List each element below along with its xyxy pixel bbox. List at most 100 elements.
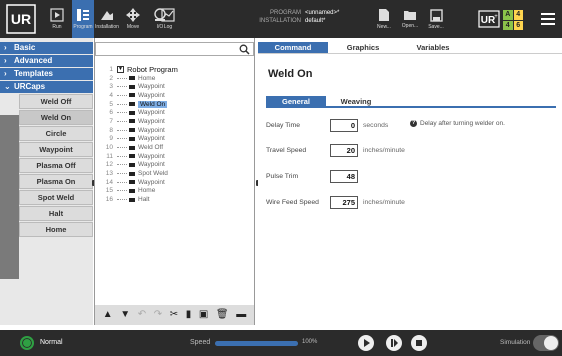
travel-speed-field[interactable]: 20 — [330, 143, 358, 157]
urcap-plasma-off[interactable]: Plasma Off — [19, 158, 93, 173]
nav-run-label: Run — [52, 24, 62, 30]
urcap-circle[interactable]: Circle — [19, 126, 93, 141]
nav-installation[interactable]: Installation — [95, 0, 119, 38]
tree-line-number: 9 — [109, 135, 113, 143]
cut-icon[interactable]: ✂ — [170, 309, 178, 321]
program-name: <unnamed>* — [305, 10, 340, 16]
undo-icon[interactable]: ↶ — [138, 309, 146, 321]
urcap-waypoint[interactable]: Waypoint — [19, 142, 93, 157]
tree-node-label: Waypoint — [138, 126, 165, 134]
open-button[interactable]: Open... — [398, 0, 422, 38]
tree-node[interactable]: 4 Waypoint — [99, 91, 249, 100]
category-urcaps-label: URCaps — [14, 82, 46, 91]
tree-connector — [117, 199, 127, 201]
tree-node[interactable]: 7 Waypoint — [99, 117, 249, 126]
category-urcaps[interactable]: ⌄ URCaps — [0, 81, 93, 93]
tree-node-label: Robot Program — [127, 64, 178, 74]
tree-node-label: Waypoint — [138, 152, 165, 160]
copy-icon[interactable]: ▮ — [186, 309, 192, 321]
search-icon[interactable] — [239, 44, 250, 57]
new-button[interactable]: New... — [372, 0, 396, 38]
nav-program[interactable]: Program — [72, 0, 94, 38]
category-advanced[interactable]: › Advanced — [0, 55, 93, 67]
urcap-weld-off[interactable]: Weld Off — [19, 94, 93, 109]
new-file-icon — [379, 9, 389, 21]
wire-feed-speed-field[interactable]: 275 — [330, 195, 358, 209]
urcap-plasma-on[interactable]: Plasma On — [19, 174, 93, 189]
speed-slider[interactable] — [215, 341, 298, 346]
category-templates[interactable]: › Templates — [0, 68, 93, 80]
step-icon[interactable] — [386, 335, 402, 351]
category-templates-label: Templates — [14, 69, 53, 78]
tree-node[interactable]: 2 Home — [99, 74, 249, 83]
node-type-icon — [129, 171, 135, 176]
tree-connector — [117, 173, 127, 175]
node-type-icon — [129, 102, 135, 107]
tree-node[interactable]: 3 Waypoint — [99, 82, 249, 91]
ur-plus-icon[interactable]: UR + — [478, 10, 500, 28]
tree-connector — [117, 138, 127, 140]
urcap-halt[interactable]: Halt — [19, 206, 93, 221]
program-label: PROGRAM — [269, 10, 301, 16]
tree-connector — [117, 147, 127, 149]
tree-node[interactable]: 9 Waypoint — [99, 135, 249, 144]
tree-node[interactable]: 15 Home — [99, 187, 249, 196]
delay-time-unit: seconds — [363, 121, 389, 129]
subtab-general[interactable]: General — [266, 96, 326, 106]
svg-text:UR: UR — [11, 11, 31, 27]
suppress-icon[interactable]: ▬ — [236, 309, 246, 321]
simulation-toggle[interactable] — [533, 335, 559, 351]
hamburger-menu-icon[interactable] — [540, 11, 556, 27]
tree-toolbar: ▲ ▼ ↶ ↷ ✂ ▮ ▣ 🗑 ▬ — [95, 305, 254, 325]
subtab-weaving[interactable]: Weaving — [326, 96, 386, 106]
tree-node[interactable]: 8 Waypoint — [99, 126, 249, 135]
delay-time-field[interactable]: 0 — [330, 118, 358, 132]
tree-connector — [117, 129, 127, 131]
tree-node[interactable]: 5 Weld On — [99, 100, 249, 109]
paste-icon[interactable]: ▣ — [199, 309, 208, 321]
urcap-spot-weld[interactable]: Spot Weld — [19, 190, 93, 205]
pulse-trim-field[interactable]: 48 — [330, 169, 358, 183]
simulation-toggle-knob — [544, 336, 558, 350]
category-basic[interactable]: › Basic — [0, 42, 93, 54]
node-type-icon — [129, 84, 135, 89]
tree-node[interactable]: 12 Waypoint — [99, 161, 249, 170]
nav-log[interactable]: Log — [156, 0, 180, 38]
tree-node[interactable]: 10 Weld Off — [99, 143, 249, 152]
speed-grid-badge[interactable]: A 4 4 6 — [503, 10, 523, 30]
redo-icon[interactable]: ↷ — [154, 309, 162, 321]
save-button[interactable]: Save... — [424, 0, 448, 38]
tree-node-label: Halt — [138, 196, 150, 204]
move-down-icon[interactable]: ▼ — [120, 309, 130, 321]
tree-connector — [117, 103, 127, 105]
tree-search-input[interactable] — [95, 42, 254, 56]
nav-run[interactable]: Run — [44, 0, 70, 38]
tree-line-number: 5 — [109, 100, 113, 108]
chevron-right-icon: › — [4, 56, 7, 65]
collapse-toggle-icon[interactable]: ▼ — [117, 65, 124, 73]
nav-move[interactable]: Move — [121, 0, 145, 38]
move-up-icon[interactable]: ▲ — [103, 309, 113, 321]
urcap-home[interactable]: Home — [19, 222, 93, 237]
play-icon[interactable] — [358, 335, 374, 351]
tree-node[interactable]: 13 Spot Weld — [99, 169, 249, 178]
urcap-weld-on[interactable]: Weld On — [19, 110, 93, 125]
tab-command[interactable]: Command — [258, 42, 328, 53]
log-icon — [161, 8, 175, 22]
tree-node[interactable]: 16 Halt — [99, 195, 249, 204]
delete-icon[interactable]: 🗑 — [216, 309, 229, 321]
tree-node[interactable]: 6 Waypoint — [99, 108, 249, 117]
tree-node[interactable]: 14 Waypoint — [99, 178, 249, 187]
tree-node[interactable]: 11 Waypoint — [99, 152, 249, 161]
tree-line-number: 11 — [106, 152, 113, 160]
pulse-trim-label: Pulse Trim — [266, 172, 299, 180]
tree-root-node[interactable]: 1 ▼ Robot Program — [99, 65, 249, 74]
simulation-label: Simulation — [500, 339, 531, 346]
tree-node-label: Home — [138, 74, 156, 82]
status-label: Normal — [40, 339, 63, 346]
status-indicator-icon[interactable] — [20, 336, 34, 350]
stop-icon[interactable] — [411, 335, 427, 351]
tab-variables[interactable]: Variables — [398, 42, 468, 53]
tab-graphics[interactable]: Graphics — [328, 42, 398, 53]
travel-speed-label: Travel Speed — [266, 146, 307, 154]
